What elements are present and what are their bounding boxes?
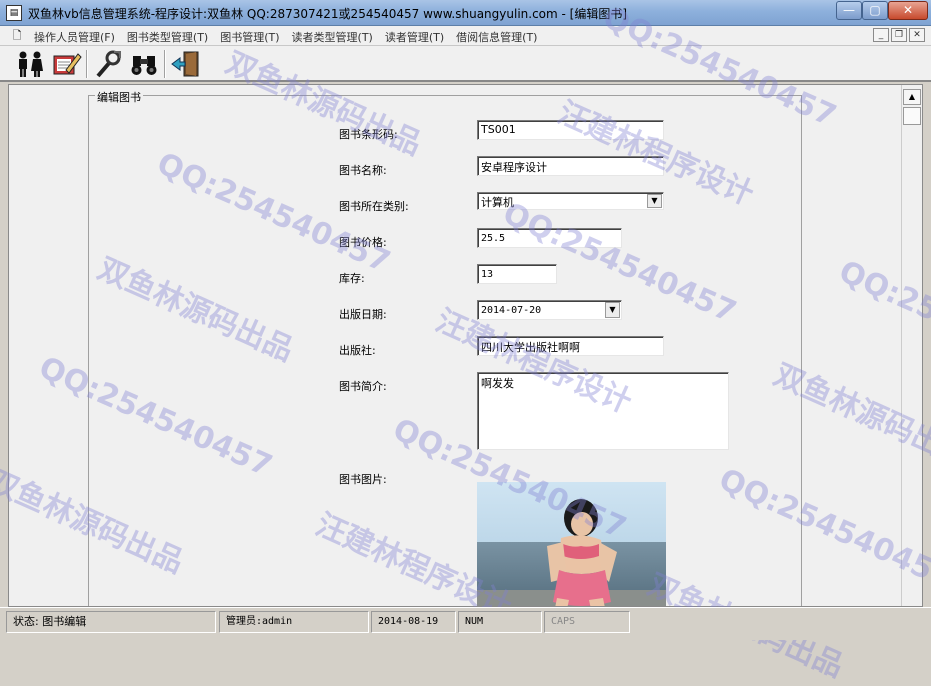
menu-bar: 🗋 操作人员管理(F) 图书类型管理(T) 图书管理(T) 读者类型管理(T) … (0, 26, 931, 46)
barcode-input[interactable]: TS001 (477, 120, 664, 140)
price-input[interactable]: 25.5 (477, 228, 622, 248)
vertical-scrollbar[interactable]: ▲ (901, 85, 922, 606)
publish-date-picker[interactable]: 2014-07-20 ▼ (477, 300, 622, 320)
exit-door-icon[interactable] (168, 49, 204, 79)
minimize-button[interactable]: — (836, 1, 862, 20)
document-icon[interactable]: 🗋 (10, 29, 24, 43)
menu-book[interactable]: 图书管理(T) (220, 29, 279, 45)
app-window: ▤ 双鱼林vb信息管理系统-程序设计:双鱼林 QQ:287307421或2545… (0, 0, 931, 685)
title-bar[interactable]: ▤ 双鱼林vb信息管理系统-程序设计:双鱼林 QQ:287307421或2545… (0, 0, 931, 26)
category-select[interactable]: 计算机 ▼ (477, 192, 664, 210)
intro-textarea[interactable]: 啊发发 (477, 372, 729, 450)
book-name-label: 图书名称: (339, 164, 387, 177)
menu-reader-type[interactable]: 读者类型管理(T) (292, 29, 373, 45)
child-restore-button[interactable]: ❐ (891, 28, 907, 42)
publisher-value: 四川大学出版社啊啊 (481, 341, 580, 354)
book-name-value: 安卓程序设计 (481, 161, 547, 174)
book-name-input[interactable]: 安卓程序设计 (477, 156, 664, 176)
photo-label: 图书图片: (339, 473, 387, 486)
chevron-down-icon[interactable]: ▼ (605, 302, 620, 318)
menu-borrow[interactable]: 借阅信息管理(T) (456, 29, 537, 45)
publisher-input[interactable]: 四川大学出版社啊啊 (477, 336, 664, 356)
scroll-up-icon[interactable]: ▲ (903, 89, 921, 105)
tools-icon[interactable] (90, 49, 126, 79)
edit-book-groupbox: 编辑图书 图书条形码: TS001 图书名称: 安卓程序设计 图书所在类别: 计… (88, 89, 802, 606)
status-date: 2014-08-19 (371, 611, 456, 633)
book-photo[interactable] (477, 482, 666, 606)
app-icon: ▤ (6, 5, 22, 21)
category-value: 计算机 (481, 196, 514, 209)
toolbar (0, 46, 931, 82)
edit-book-form: 编辑图书 图书条形码: TS001 图书名称: 安卓程序设计 图书所在类别: 计… (8, 84, 923, 607)
binoculars-icon[interactable] (126, 49, 162, 79)
price-label: 图书价格: (339, 236, 387, 249)
close-button[interactable]: ✕ (888, 1, 928, 20)
status-state: 状态: 图书编辑 (6, 611, 216, 633)
edit-book-icon[interactable] (48, 49, 84, 79)
groupbox-title: 编辑图书 (95, 89, 143, 105)
intro-value: 啊发发 (481, 377, 514, 390)
category-label: 图书所在类别: (339, 200, 409, 213)
stock-value: 13 (481, 269, 494, 280)
publish-date-value: 2014-07-20 (481, 305, 542, 316)
price-value: 25.5 (481, 233, 506, 244)
maximize-button[interactable]: ▢ (862, 1, 888, 20)
barcode-value: TS001 (481, 123, 516, 136)
status-bar: 状态: 图书编辑 管理员:admin 2014-08-19 NUM CAPS (0, 607, 931, 640)
menu-book-type[interactable]: 图书类型管理(T) (127, 29, 208, 45)
chevron-down-icon[interactable]: ▼ (647, 194, 662, 208)
status-caps: CAPS (544, 611, 630, 633)
toolbar-separator (164, 50, 166, 78)
intro-label: 图书简介: (339, 380, 387, 393)
publisher-label: 出版社: (339, 344, 376, 357)
scroll-thumb[interactable] (903, 107, 921, 125)
status-admin: 管理员:admin (219, 611, 369, 633)
publish-date-label: 出版日期: (339, 308, 387, 321)
menu-reader[interactable]: 读者管理(T) (385, 29, 444, 45)
stock-label: 库存: (339, 272, 365, 285)
menu-operator[interactable]: 操作人员管理(F) (34, 29, 115, 45)
stock-input[interactable]: 13 (477, 264, 557, 284)
window-title: 双鱼林vb信息管理系统-程序设计:双鱼林 QQ:287307421或254540… (28, 7, 628, 21)
child-close-button[interactable]: ✕ (909, 28, 925, 42)
people-icon[interactable] (12, 49, 48, 79)
barcode-label: 图书条形码: (339, 128, 398, 141)
child-minimize-button[interactable]: _ (873, 28, 889, 42)
toolbar-separator (86, 50, 88, 78)
status-num: NUM (458, 611, 542, 633)
